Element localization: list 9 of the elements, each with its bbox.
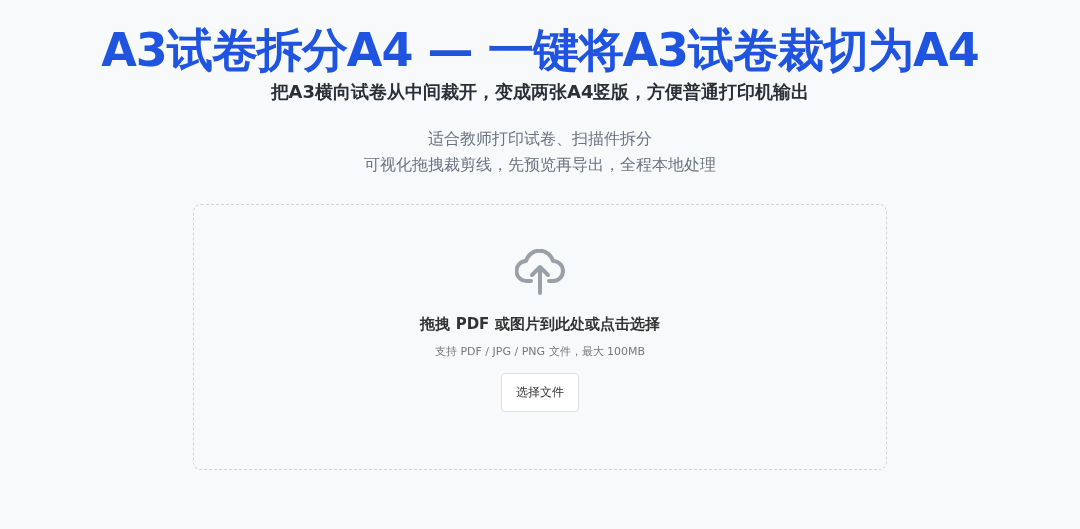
cloud-upload-icon	[515, 249, 565, 295]
description-line: 适合教师打印试卷、扫描件拆分	[428, 128, 652, 150]
description-line: 可视化拖拽裁剪线，先预览再导出，全程本地处理	[364, 154, 716, 176]
subtitle: 把A3横向试卷从中间裁开，变成两张A4竖版，方便普通打印机输出	[270, 80, 810, 104]
choose-file-button[interactable]: 选择文件	[501, 373, 579, 412]
banner-title: A3试卷拆分A4 — 一键将A3试卷裁切为A4	[101, 22, 979, 78]
file-hint: 支持 PDF / JPG / PNG 文件，最大 100MB	[434, 344, 646, 359]
drop-prompt: 拖拽 PDF 或图片到此处或点击选择	[420, 315, 660, 334]
drop-zone[interactable]: 拖拽 PDF 或图片到此处或点击选择 支持 PDF / JPG / PNG 文件，最大 100MB 选择文件	[193, 204, 887, 470]
